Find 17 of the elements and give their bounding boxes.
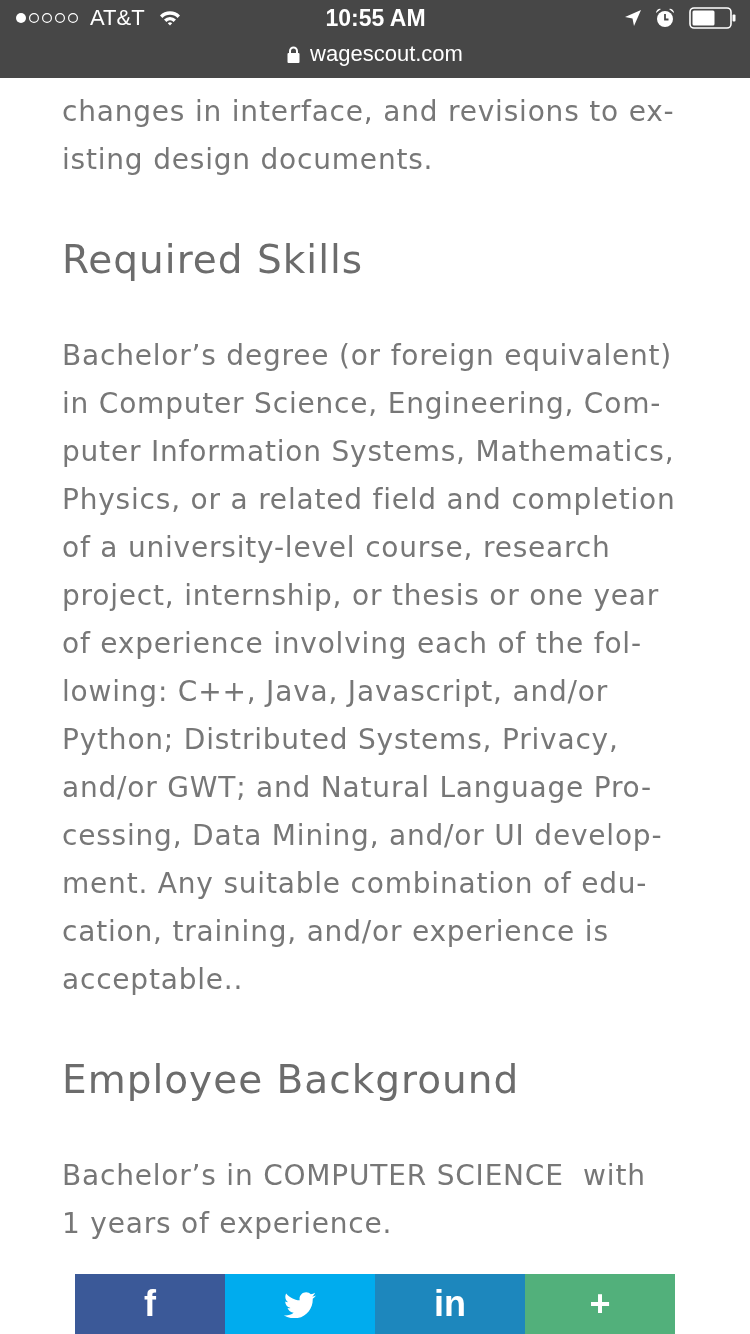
bird-icon <box>284 1290 316 1318</box>
alarm-clock-icon <box>655 8 675 29</box>
wifi-icon <box>158 10 181 27</box>
body-paragraph: Bachelor’s degree (or foreign equivalent) in Computer Science, Engineering, Com- puter Information Systems, Mathematics, Physics, or a related field and completion of a university-level course, research project, internship, or thesis or one year of experience involving each of the fol- lowing: C++, Java, Javascript, and/or Python; Distributed Systems, Privacy, and/or GWT; and Natural Language Pro- cessing, Data Mining, and/or UI develop- ment. Any suitable combination of edu- cation, training, and/or experience is acceptable.. <box>62 338 676 998</box>
address-text[interactable]: wagescout.com <box>310 41 463 68</box>
clock-time: 10:55 AM <box>325 5 426 32</box>
battery-icon <box>689 7 736 30</box>
body-paragraph: changes in interface, and revisions to ex- isting design documents. <box>62 94 675 178</box>
section-heading: Required Skills <box>62 236 364 284</box>
section-heading: Employee Background <box>62 1056 520 1104</box>
signal-dots-icon <box>15 12 81 25</box>
share-button[interactable] <box>225 1274 375 1334</box>
location-arrow-icon <box>625 10 641 27</box>
body-paragraph: Bachelor’s in COMPUTER SCIENCE with 1 years of experience. <box>62 1158 646 1242</box>
share-button[interactable]: f <box>75 1274 225 1334</box>
share-button[interactable]: in <box>375 1274 525 1334</box>
carrier-name: AT&T <box>90 5 145 32</box>
